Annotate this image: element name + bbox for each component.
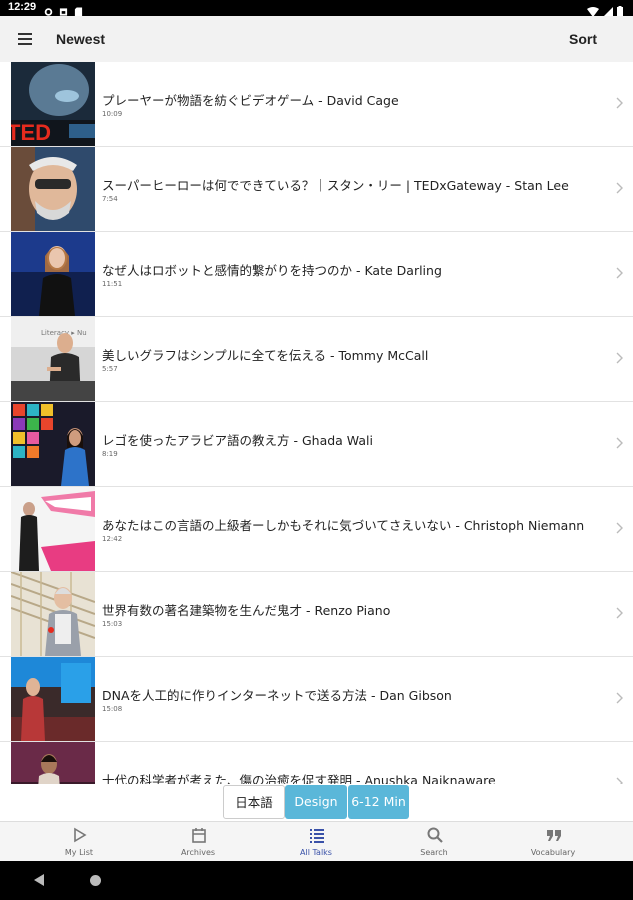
talk-row[interactable]: なぜ人はロボットと感情的繋がりを持つのか - Kate Darling 11:5… bbox=[0, 232, 633, 317]
talk-row[interactable]: TED プレーヤーが物語を紡ぐビデオゲーム - David Cage 10:09 bbox=[0, 62, 633, 147]
filter-bar: 日本語 Design 6-12 Min bbox=[0, 784, 633, 821]
talk-row[interactable]: スーパーヒーローは何でできている？｜スタン・リー | TEDxGateway -… bbox=[0, 147, 633, 232]
bottom-navigation: My List Archives All Talks Search Vocabu… bbox=[0, 821, 633, 862]
talk-title: プレーヤーが物語を紡ぐビデオゲーム - David Cage bbox=[102, 93, 399, 108]
chevron-right-icon bbox=[616, 692, 623, 704]
page-title: Newest bbox=[56, 31, 106, 47]
talk-row[interactable]: Literacy ▸ Nu 美しいグラフはシンプルに全てを伝える - Tommy… bbox=[0, 317, 633, 402]
chevron-right-icon bbox=[616, 522, 623, 534]
talk-row[interactable]: レゴを使ったアラビア語の教え方 - Ghada Wali 8:19 bbox=[0, 402, 633, 487]
talk-title: スーパーヒーローは何でできている？｜スタン・リー | TEDxGateway -… bbox=[102, 178, 569, 193]
category-filter-chip[interactable]: Design bbox=[285, 785, 347, 819]
talk-title: DNAを人工的に作りインターネットで送る方法 - Dan Gibson bbox=[102, 688, 452, 703]
sd-card-icon bbox=[74, 2, 83, 17]
chevron-right-icon bbox=[616, 607, 623, 619]
talk-thumbnail: Literacy ▸ Nu bbox=[11, 317, 95, 401]
chevron-right-icon bbox=[616, 352, 623, 364]
talk-thumbnail bbox=[11, 572, 95, 656]
svg-text:TED: TED bbox=[11, 120, 51, 145]
status-bar: 12:29 bbox=[0, 0, 633, 17]
tab-label: My List bbox=[64, 848, 94, 857]
calendar-icon bbox=[192, 828, 206, 843]
talk-thumbnail bbox=[11, 232, 95, 316]
talk-thumbnail bbox=[11, 742, 95, 784]
back-icon[interactable] bbox=[34, 874, 44, 886]
settings-icon bbox=[44, 2, 53, 16]
talk-thumbnail bbox=[11, 147, 95, 231]
app-bar: Newest Sort bbox=[0, 16, 633, 62]
system-navigation-bar bbox=[0, 861, 633, 900]
menu-icon[interactable] bbox=[18, 33, 32, 45]
talk-title: あなたはこの言語の上級者ーしかもそれに気づいてさえいない - Christoph… bbox=[102, 518, 585, 533]
talk-duration: 5:57 bbox=[102, 365, 118, 373]
talk-row[interactable]: 十代の科学者が考えた、傷の治癒を促す発明 - Anushka Naiknawar… bbox=[0, 742, 633, 784]
talk-list[interactable]: TED プレーヤーが物語を紡ぐビデオゲーム - David Cage 10:09… bbox=[0, 62, 633, 784]
tab-label: All Talks bbox=[300, 848, 332, 857]
talk-duration: 15:08 bbox=[102, 705, 123, 713]
tab-label: Search bbox=[420, 848, 448, 857]
talk-duration: 11:51 bbox=[102, 280, 123, 288]
talk-duration: 12:42 bbox=[102, 535, 123, 543]
duration-filter-chip[interactable]: 6-12 Min bbox=[348, 785, 409, 819]
chevron-right-icon bbox=[616, 97, 623, 109]
chevron-right-icon bbox=[616, 267, 623, 279]
sort-button[interactable]: Sort bbox=[569, 31, 597, 47]
tab-vocabulary[interactable]: Vocabulary bbox=[490, 822, 616, 862]
talk-thumbnail: TED bbox=[11, 62, 95, 146]
talk-duration: 15:03 bbox=[102, 620, 123, 628]
home-icon[interactable] bbox=[90, 875, 101, 886]
language-filter-chip[interactable]: 日本語 bbox=[223, 785, 285, 819]
talk-title: なぜ人はロボットと感情的繋がりを持つのか - Kate Darling bbox=[102, 263, 442, 278]
tab-archives[interactable]: Archives bbox=[135, 822, 261, 862]
talk-duration: 10:09 bbox=[102, 110, 123, 118]
chevron-right-icon bbox=[616, 182, 623, 194]
talk-thumbnail bbox=[11, 487, 95, 571]
status-time: 12:29 bbox=[8, 1, 37, 13]
talk-row[interactable]: あなたはこの言語の上級者ーしかもそれに気づいてさえいない - Christoph… bbox=[0, 487, 633, 572]
chevron-right-icon bbox=[616, 437, 623, 449]
play-icon bbox=[74, 827, 87, 843]
talk-title: 世界有数の著名建築物を生んだ鬼才 - Renzo Piano bbox=[102, 603, 391, 618]
download-app-icon bbox=[59, 2, 68, 16]
talk-title: 美しいグラフはシンプルに全てを伝える - Tommy McCall bbox=[102, 348, 429, 363]
tab-label: Vocabulary bbox=[530, 848, 576, 857]
talk-title: レゴを使ったアラビア語の教え方 - Ghada Wali bbox=[102, 433, 373, 448]
chevron-right-icon bbox=[616, 777, 623, 784]
tab-search[interactable]: Search bbox=[371, 822, 497, 862]
tab-label: Archives bbox=[180, 848, 216, 857]
tab-all-talks[interactable]: All Talks bbox=[253, 822, 379, 862]
talk-title: 十代の科学者が考えた、傷の治癒を促す発明 - Anushka Naiknawar… bbox=[102, 773, 496, 784]
talk-row[interactable]: DNAを人工的に作りインターネットで送る方法 - Dan Gibson 15:0… bbox=[0, 657, 633, 742]
talk-row[interactable]: 世界有数の著名建築物を生んだ鬼才 - Renzo Piano 15:03 bbox=[0, 572, 633, 657]
talk-duration: 8:19 bbox=[102, 450, 118, 458]
tab-my-list[interactable]: My List bbox=[16, 822, 142, 862]
search-icon bbox=[427, 827, 443, 843]
talk-duration: 7:54 bbox=[102, 195, 118, 203]
talk-thumbnail bbox=[11, 402, 95, 486]
talk-thumbnail bbox=[11, 657, 95, 741]
quote-icon bbox=[547, 830, 561, 841]
list-icon bbox=[310, 829, 324, 843]
